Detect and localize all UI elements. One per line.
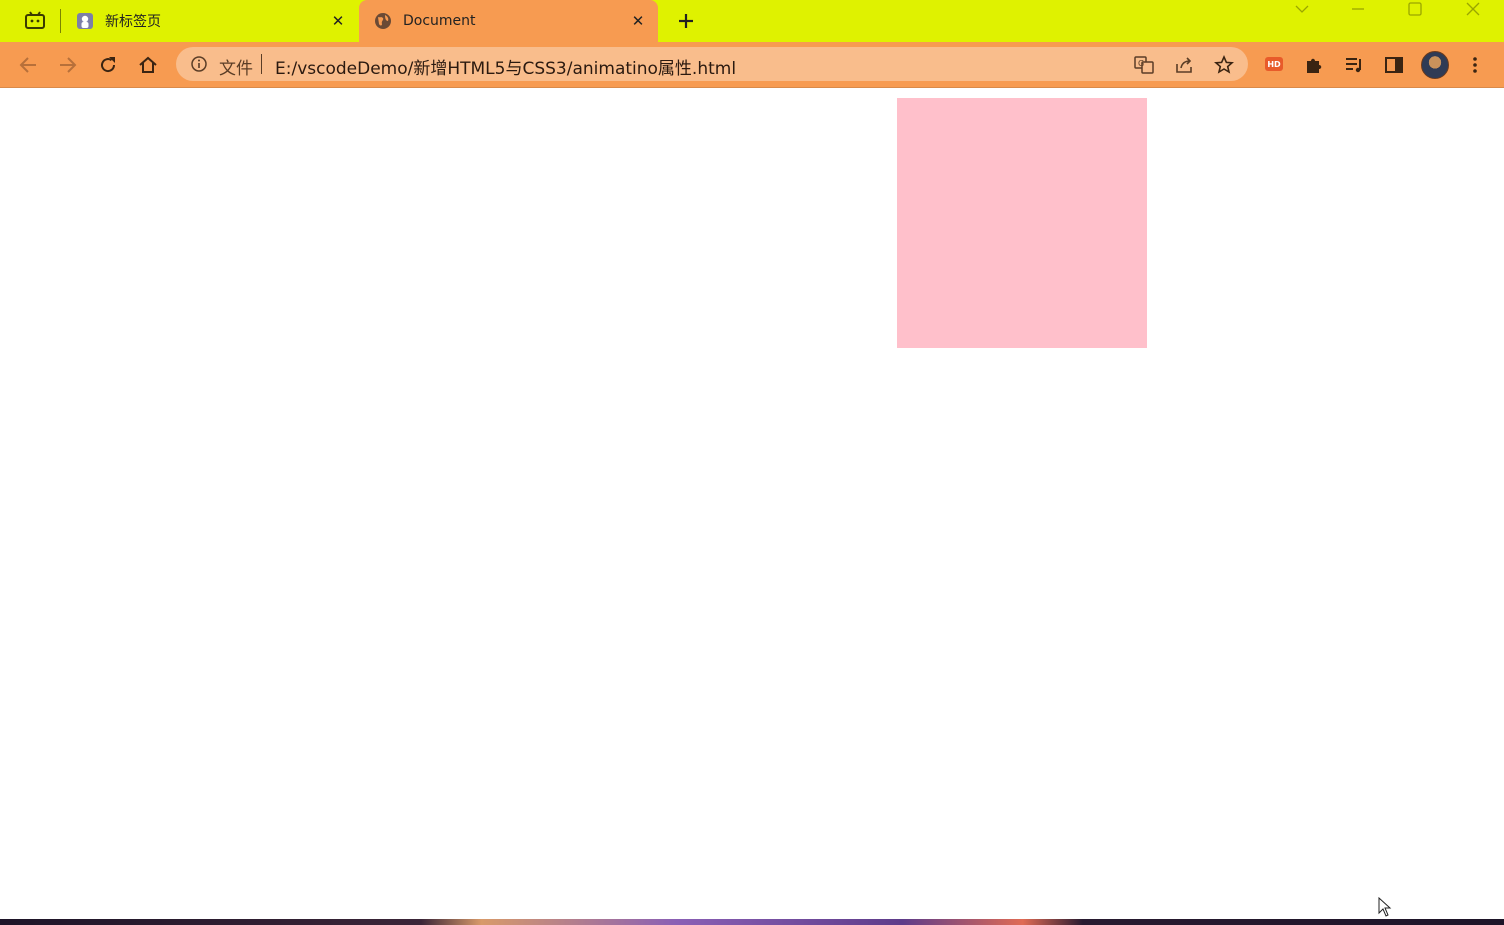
tab-document[interactable]: Document ✕ bbox=[359, 0, 658, 42]
arrow-right-icon bbox=[60, 57, 77, 73]
more-vert-icon bbox=[1473, 57, 1477, 73]
translate-icon[interactable]: G bbox=[1134, 55, 1154, 75]
chevron-down-icon bbox=[1295, 5, 1309, 13]
profile-avatar[interactable] bbox=[1421, 51, 1449, 79]
tab-new-tab-page[interactable]: 新标签页 ✕ bbox=[62, 0, 358, 42]
puzzle-icon bbox=[1307, 58, 1322, 73]
side-panel-button[interactable] bbox=[1380, 51, 1408, 79]
tab-search-button[interactable] bbox=[22, 10, 48, 32]
mouse-cursor-icon bbox=[1378, 897, 1392, 917]
share-icon[interactable] bbox=[1174, 55, 1194, 75]
reload-icon bbox=[101, 57, 116, 73]
maximize-icon bbox=[1408, 2, 1422, 16]
plus-icon bbox=[679, 14, 693, 28]
close-window-button[interactable] bbox=[1453, 0, 1493, 18]
tab-search-icon bbox=[25, 11, 45, 29]
tab-divider bbox=[60, 9, 61, 33]
animated-box bbox=[897, 98, 1147, 348]
side-panel-icon bbox=[1385, 57, 1403, 73]
forward-button[interactable] bbox=[54, 51, 82, 79]
url-scheme-label: 文件 bbox=[219, 59, 253, 79]
globe-icon bbox=[374, 12, 392, 30]
address-bar[interactable]: 文件 E:/vscodeDemo/新增HTML5与CSS3/animatino属… bbox=[176, 47, 1248, 81]
extensions-button[interactable] bbox=[1300, 51, 1328, 79]
home-icon bbox=[139, 56, 157, 73]
queue-music-icon bbox=[1346, 58, 1361, 73]
svg-text:G: G bbox=[1138, 59, 1144, 68]
back-button[interactable] bbox=[14, 51, 42, 79]
hd-extension-icon[interactable]: HD bbox=[1265, 57, 1283, 71]
browser-window: 新标签页 ✕ Document ✕ 文件 E:/vscodeDemo/新增HTM… bbox=[0, 0, 1504, 919]
arrow-left-icon bbox=[19, 57, 36, 73]
desktop-background bbox=[0, 919, 1504, 925]
tab-title: Document bbox=[403, 13, 476, 29]
media-controls-button[interactable] bbox=[1340, 51, 1368, 79]
info-icon[interactable] bbox=[190, 55, 208, 73]
close-icon bbox=[1466, 2, 1480, 16]
tab-strip: 新标签页 ✕ Document ✕ bbox=[0, 0, 1504, 42]
new-tab-button[interactable] bbox=[674, 9, 698, 33]
page-viewport bbox=[0, 88, 1504, 919]
menu-button[interactable] bbox=[1461, 51, 1489, 79]
tab-title: 新标签页 bbox=[105, 14, 161, 30]
url-text[interactable]: E:/vscodeDemo/新增HTML5与CSS3/animatino属性.h… bbox=[275, 54, 736, 79]
maximize-button[interactable] bbox=[1395, 0, 1435, 18]
new-tab-favicon-icon bbox=[76, 12, 94, 30]
tab-close-icon[interactable]: ✕ bbox=[628, 11, 648, 31]
minimize-icon bbox=[1352, 8, 1364, 10]
minimize-button[interactable] bbox=[1338, 0, 1378, 18]
reload-button[interactable] bbox=[94, 51, 122, 79]
tab-close-icon[interactable]: ✕ bbox=[328, 11, 348, 31]
tab-list-button[interactable] bbox=[1282, 0, 1322, 18]
url-separator bbox=[261, 54, 262, 74]
home-button[interactable] bbox=[134, 51, 162, 79]
star-bookmark-icon[interactable] bbox=[1214, 55, 1234, 75]
